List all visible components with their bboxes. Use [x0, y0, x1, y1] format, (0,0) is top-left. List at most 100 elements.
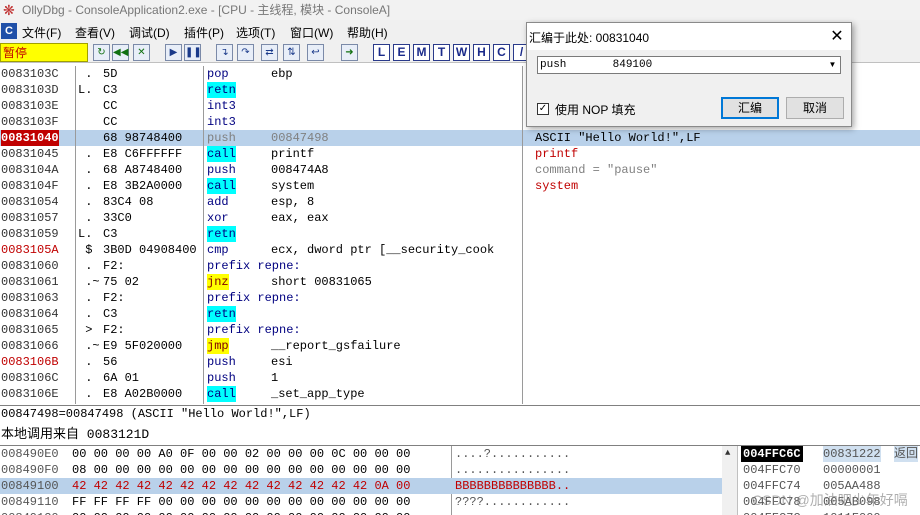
- disasm-row[interactable]: 00831054 . 83C4 08 add esp, 8: [0, 194, 920, 210]
- execute-till-return-icon[interactable]: ↩: [307, 44, 324, 61]
- disasm-mnemonic: call: [207, 146, 236, 162]
- disasm-row[interactable]: 00831060 . F2: prefix repne:: [0, 258, 920, 274]
- memory-dump-pane[interactable]: 008490E0 00 00 00 00 A0 0F 00 00 02 00 00…: [0, 445, 722, 515]
- dump-row[interactable]: 00849100 42 42 42 42 42 42 42 42 42 42 42…: [0, 478, 722, 494]
- restart-icon[interactable]: ↻: [93, 44, 110, 61]
- disasm-row[interactable]: 0083106B . 56 push esi: [0, 354, 920, 370]
- dump-row[interactable]: 00849110 FF FF FF FF 00 00 00 00 00 00 00…: [0, 494, 722, 510]
- disasm-row[interactable]: 0083105A $3B0D 04908400 cmp ecx, dword ptr…: [0, 242, 920, 258]
- disasm-row[interactable]: 00831065 > F2: prefix repne:: [0, 322, 920, 338]
- disasm-row[interactable]: 00831066 .~ E9 5F020000 jmp __report_gsfail…: [0, 338, 920, 354]
- disasm-address: 0083104F: [1, 179, 59, 193]
- chevron-down-icon[interactable]: ▼: [825, 56, 841, 74]
- disasm-row[interactable]: 0083106C . 6A 01 push 1: [0, 370, 920, 386]
- menu-plugins[interactable]: 插件(P): [184, 24, 224, 41]
- disasm-operand: eax, eax: [271, 211, 329, 225]
- menu-window[interactable]: 窗口(W): [290, 24, 333, 41]
- stack-row[interactable]: 004FFC70 00000001: [738, 462, 920, 478]
- disasm-flow-mark: .~: [78, 339, 100, 353]
- rewind-icon[interactable]: ◀◀: [112, 44, 129, 61]
- disasm-address: 00831063: [1, 291, 59, 305]
- dump-row[interactable]: 00849120 00 00 00 00 00 00 00 00 00 00 00…: [0, 510, 722, 515]
- menu-debug[interactable]: 调试(D): [129, 24, 170, 41]
- step-into-icon[interactable]: ↴: [216, 44, 233, 61]
- disasm-operand: short 00831065: [271, 275, 372, 289]
- stack-row[interactable]: 004FFC7C 1011F000: [738, 510, 920, 515]
- dump-hex: FF FF FF FF 00 00 00 00 00 00 00 00 00 0…: [72, 495, 411, 509]
- pause-icon[interactable]: ❚❚: [184, 44, 202, 61]
- disasm-row[interactable]: 00831064 . C3 retn: [0, 306, 920, 322]
- disasm-address: 00831061: [1, 275, 59, 289]
- dump-address: 00849120: [1, 510, 59, 515]
- cpu-window-button[interactable]: C: [493, 44, 510, 61]
- disasm-address: 0083106B: [1, 355, 59, 369]
- menu-view[interactable]: 查看(V): [75, 24, 115, 41]
- nop-fill-checkbox[interactable]: ✓: [537, 103, 549, 115]
- dump-ascii: ................: [455, 463, 571, 477]
- disasm-hex: E8 3B2A0000: [103, 179, 183, 193]
- disasm-row[interactable]: 00831040 68 98748400 push 00847498 ASCII "He…: [0, 130, 920, 146]
- dump-row[interactable]: 008490E0 00 00 00 00 A0 0F 00 00 02 00 00…: [0, 446, 722, 462]
- disasm-hex: 5D: [103, 67, 118, 81]
- disasm-mnemonic: int3: [207, 99, 236, 113]
- threads-window-button[interactable]: T: [433, 44, 450, 61]
- assemble-button[interactable]: 汇编: [721, 97, 779, 119]
- cancel-button[interactable]: 取消: [786, 97, 844, 119]
- assemble-dialog: 汇编于此处: 00831040 ✕ push 849100 ▼ ✓ 使用 NOP…: [526, 22, 852, 127]
- disasm-row[interactable]: 00831057 . 33C0 xor eax, eax: [0, 210, 920, 226]
- modules-window-button[interactable]: E: [393, 44, 410, 61]
- stack-scrollbar[interactable]: ▲: [722, 446, 738, 515]
- disasm-row[interactable]: 00831063 . F2: prefix repne:: [0, 290, 920, 306]
- disasm-row[interactable]: 00831045 . E8 C6FFFFFF call printf printf: [0, 146, 920, 162]
- disasm-hex: 68 A8748400: [103, 163, 183, 177]
- disasm-address: 0083106C: [1, 371, 59, 385]
- close-icon[interactable]: ✕: [133, 44, 150, 61]
- disasm-hex: F2:: [103, 291, 125, 305]
- menu-file[interactable]: 文件(F): [22, 24, 61, 41]
- disasm-operand: esp, 8: [271, 195, 315, 209]
- disasm-flow-mark: L.: [78, 227, 93, 241]
- scroll-up-icon[interactable]: ▲: [725, 448, 730, 458]
- disasm-flow-mark: .: [78, 211, 93, 225]
- windows-window-button[interactable]: W: [453, 44, 470, 61]
- watermark: CSDN @加油吧少年好嗝: [752, 492, 908, 508]
- disasm-row[interactable]: 00831061 .~ 75 02 jnz short 00831065: [0, 274, 920, 290]
- disasm-row[interactable]: 00831059 L. C3 retn: [0, 226, 920, 242]
- close-icon[interactable]: ✕: [829, 26, 845, 45]
- disasm-hex: 6A 01: [103, 371, 140, 385]
- trace-over-icon[interactable]: ⇅: [283, 44, 300, 61]
- step-over-icon[interactable]: ↷: [237, 44, 254, 61]
- dump-address: 008490F0: [1, 463, 59, 477]
- stack-row[interactable]: 004FFC6C 00831222 返回: [738, 446, 920, 462]
- disasm-row[interactable]: 0083106E . E8 A02B0000 call _set_app_type: [0, 386, 920, 402]
- disasm-comment: ASCII "Hello World!",LF: [535, 131, 701, 145]
- disasm-row[interactable]: 0083104A . 68 A8748400 push 008474A8 command…: [0, 162, 920, 178]
- disasm-address: 00831040: [1, 130, 59, 146]
- stack-address: 004FFC6C: [741, 446, 803, 462]
- disasm-operand: 00847498: [271, 131, 329, 145]
- assemble-input[interactable]: push 849100: [537, 56, 827, 74]
- title-bar: ❋ OllyDbg - ConsoleApplication2.exe - [C…: [0, 0, 920, 20]
- handles-window-button[interactable]: H: [473, 44, 490, 61]
- log-window-button[interactable]: L: [373, 44, 390, 61]
- cpu-window-icon[interactable]: C: [1, 23, 17, 39]
- menu-help[interactable]: 帮助(H): [347, 24, 388, 41]
- disasm-mnemonic: push: [207, 163, 236, 177]
- disasm-address: 00831059: [1, 227, 59, 241]
- trace-into-icon[interactable]: ⇄: [261, 44, 278, 61]
- window-title: OllyDbg - ConsoleApplication2.exe - [CPU…: [22, 3, 391, 17]
- disasm-row[interactable]: 0083104F . E8 3B2A0000 call system system: [0, 178, 920, 194]
- disasm-mnemonic: push: [207, 355, 236, 369]
- stack-value: 00831222: [823, 446, 881, 462]
- disasm-hex: E9 5F020000: [103, 339, 183, 353]
- goto-icon[interactable]: ➜: [341, 44, 358, 61]
- dump-row[interactable]: 008490F0 08 00 00 00 00 00 00 00 00 00 00…: [0, 462, 722, 478]
- disasm-flow-mark: .: [78, 147, 93, 161]
- disasm-operand: ecx, dword ptr [__security_cook: [271, 243, 495, 257]
- menu-options[interactable]: 选项(T): [236, 24, 275, 41]
- disasm-address: 00831045: [1, 147, 59, 161]
- disasm-flow-mark: .: [78, 291, 93, 305]
- run-icon[interactable]: ▶: [165, 44, 182, 61]
- memory-window-button[interactable]: M: [413, 44, 430, 61]
- disasm-comment: command = "pause": [535, 163, 658, 177]
